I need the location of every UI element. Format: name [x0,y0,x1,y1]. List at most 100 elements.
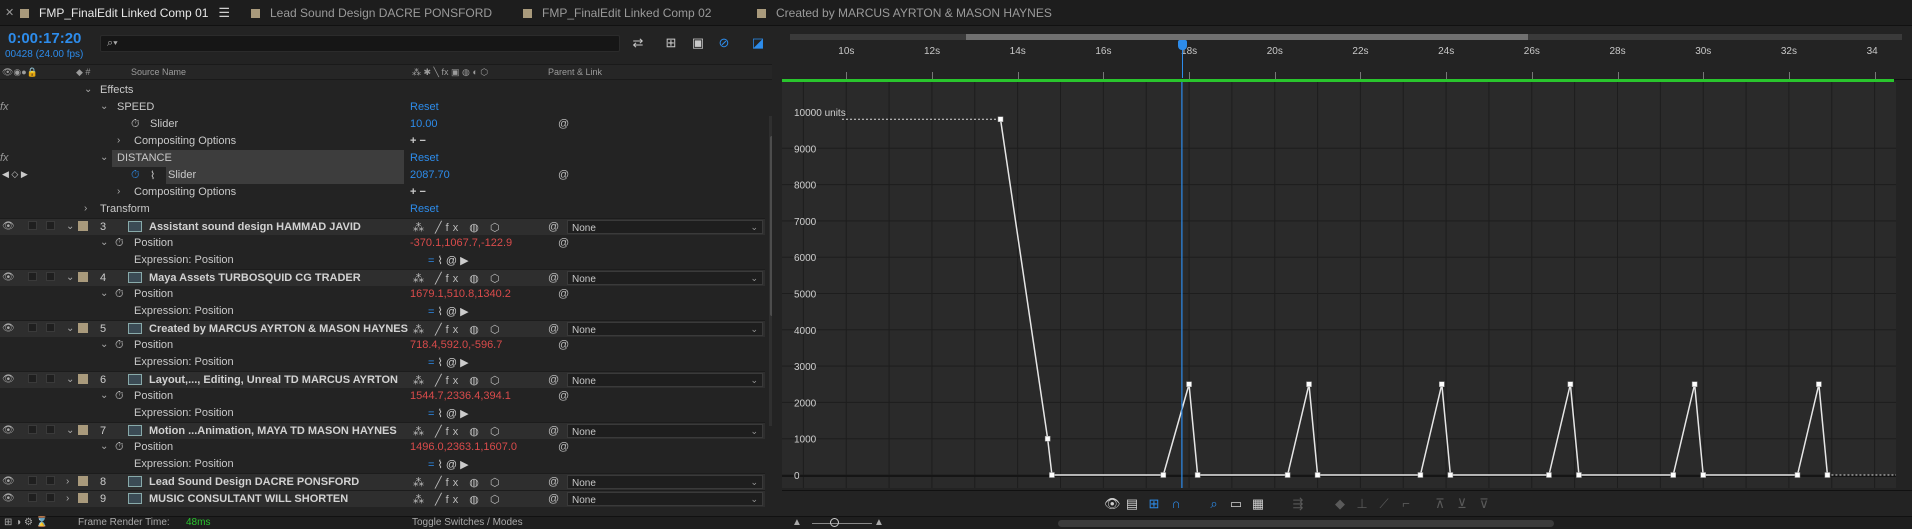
pick-whip-icon[interactable]: @ [558,237,569,249]
chevron-right-icon[interactable]: › [84,203,87,214]
auto-bezier-icon[interactable]: ⌐ [1398,496,1414,511]
layer-row[interactable]: 👁 ⌄ 5 Created by MARCUS AYRTON & MASON H… [0,320,765,337]
tab-comp-01[interactable]: FMP_FinalEdit Linked Comp 01 ☰ [20,0,230,26]
lock-switch[interactable] [46,323,55,332]
layer-name[interactable]: Motion ...Animation, MAYA TD MASON HAYNE… [149,425,397,437]
layer-name[interactable]: Layout,..., Editing, Unreal TD MARCUS AY… [149,374,398,386]
lock-switch[interactable] [46,493,55,502]
motion-blur-icon[interactable]: ⊘ [716,35,732,50]
add-remove-mask-icon[interactable]: + − [410,186,426,198]
playhead-icon[interactable] [1177,40,1187,50]
stopwatch-icon[interactable]: ⏱ [115,288,124,301]
stopwatch-icon[interactable]: ⏱ [115,441,124,454]
layer-name[interactable]: Assistant sound design HAMMAD JAVID [149,221,361,233]
stopwatch-icon[interactable]: ⏱ [131,118,140,131]
visibility-eye-icon[interactable]: 👁 [2,425,15,436]
pick-whip-icon[interactable]: @ [558,118,569,130]
layer-row[interactable]: 👁 › 8 Lead Sound Design DACRE PONSFORD ⁂… [0,473,765,490]
chevron-down-icon[interactable]: ⌄ [100,288,108,299]
lock-switch[interactable] [46,221,55,230]
chevron-down-icon[interactable]: ⌄ [100,339,108,350]
expression-row[interactable]: Expression: Position = ⌇ @ ▶ [0,303,765,320]
chevron-right-icon[interactable]: › [117,135,120,146]
pick-whip-icon[interactable]: @ [548,272,559,284]
hold-keyframe-icon[interactable]: ⊥ [1354,496,1370,511]
label-color-swatch[interactable] [78,425,88,435]
zoom-out-mountain-icon[interactable]: ▲ [792,517,802,528]
playhead-handle[interactable] [1177,40,1187,78]
solo-switch[interactable] [28,476,37,485]
effects-group-row[interactable]: ⌄ Effects [0,82,765,99]
chevron-down-icon[interactable]: ⌄ [100,441,108,452]
position-property-row[interactable]: ⌄ ⏱ Position 1544.7,2336.4,394.1 @ [0,388,765,405]
stopwatch-icon[interactable]: ⏱ [115,237,124,250]
compositing-options-row[interactable]: › Compositing Options + − [0,184,765,201]
expression-controls-icon[interactable]: = ⌇ @ ▶ [428,356,469,369]
visibility-eye-icon[interactable]: 👁 [2,493,15,504]
graph-options-icon[interactable]: ▤ [1124,496,1140,511]
layer-switches[interactable]: ⁂ ╱fx ◍ ⬡ [413,374,504,387]
zoom-to-all-icon[interactable]: ▦ [1250,496,1266,511]
layer-row[interactable]: 👁 › 9 MUSIC CONSULTANT WILL SHORTEN ⁂ ╱f… [0,490,765,507]
status-icons[interactable]: ⊞ ◑ ⚙ ⌛ [4,517,48,528]
speed-slider-value[interactable]: 10.00 [410,118,438,130]
transform-group-row[interactable]: › Transform Reset [0,201,765,218]
easy-ease-out-icon[interactable]: ⊽ [1476,496,1492,511]
parent-dropdown[interactable]: None ⌄ [567,322,763,336]
graph-editor-icon[interactable]: ◪ [750,35,766,50]
show-properties-eye-icon[interactable]: 👁 [1104,496,1121,511]
stopwatch-icon[interactable]: ⏱ [131,169,140,182]
label-color-swatch[interactable] [78,272,88,282]
fx-icon[interactable]: fx [0,152,9,164]
chevron-down-icon[interactable]: ⌄ [84,84,92,95]
graph-icon[interactable]: ⌇ [150,169,155,182]
layer-row[interactable]: 👁 ⌄ 3 Assistant sound design HAMMAD JAVI… [0,218,765,235]
speed-effect-row[interactable]: fx ⌄ SPEED Reset [0,99,765,116]
chevron-down-icon[interactable]: ⌄ [66,425,74,436]
time-ruler[interactable]: 10s 12s 14s 16s 18s 20s 22s 24s 26s 28s 30s 32s 34 [782,26,1912,82]
chevron-down-icon[interactable]: ⌄ [66,272,74,283]
speed-slider-row[interactable]: ⏱ Slider 10.00 @ [0,116,765,133]
source-name-header[interactable]: Source Name [131,67,186,77]
distance-effect-row[interactable]: fx ⌄ DISTANCE Reset [0,150,765,167]
frame-blending-icon[interactable]: ▣ [690,35,706,50]
linear-keyframe-icon[interactable]: ⟋ [1376,496,1392,511]
lock-switch[interactable] [46,425,55,434]
parent-dropdown[interactable]: None ⌄ [567,373,763,387]
expression-row[interactable]: Expression: Position = ⌇ @ ▶ [0,252,765,269]
separate-dimensions-icon[interactable]: ⇶ [1290,496,1306,511]
solo-switch[interactable] [28,493,37,502]
visibility-eye-icon[interactable]: 👁 [2,374,15,385]
layer-row[interactable]: 👁 ⌄ 4 Maya Assets TURBOSQUID CG TRADER ⁂… [0,269,765,286]
expression-row[interactable]: Expression: Position = ⌇ @ ▶ [0,354,765,371]
layer-row[interactable]: 👁 ⌄ 7 Motion ...Animation, MAYA TD MASON… [0,422,765,439]
scrollbar-thumb[interactable] [770,136,772,316]
expression-controls-icon[interactable]: = ⌇ @ ▶ [428,407,469,420]
position-property-row[interactable]: ⌄ ⏱ Position 718.4,592.0,-596.7 @ [0,337,765,354]
chevron-down-icon[interactable]: ⌄ [66,323,74,334]
layer-name[interactable]: Lead Sound Design DACRE PONSFORD [149,476,359,488]
layer-panel-scrollbar[interactable] [769,116,772,426]
close-tab-icon[interactable]: ✕ [5,0,14,26]
label-color-swatch[interactable] [78,323,88,333]
label-color-swatch[interactable] [78,476,88,486]
position-value[interactable]: 1679.1,510.8,1340.2 [410,288,511,300]
layer-row[interactable]: 👁 ⌄ 6 Layout,..., Editing, Unreal TD MAR… [0,371,765,388]
pick-whip-icon[interactable]: @ [548,425,559,437]
add-remove-mask-icon[interactable]: + − [410,135,426,147]
label-color-swatch[interactable] [78,221,88,231]
solo-switch[interactable] [28,272,37,281]
current-time-display[interactable]: 0:00:17:20 [8,30,81,47]
layer-name[interactable]: Maya Assets TURBOSQUID CG TRADER [149,272,361,284]
horizontal-scrollbar[interactable] [1058,520,1554,527]
stopwatch-icon[interactable]: ⏱ [115,339,124,352]
chevron-right-icon[interactable]: › [66,493,69,504]
chevron-right-icon[interactable]: › [66,476,69,487]
distance-slider-value[interactable]: 2087.70 [410,169,450,181]
toggle-switches-modes-button[interactable]: Toggle Switches / Modes [412,517,523,528]
zoom-slider-thumb[interactable] [830,518,839,527]
distance-slider-row[interactable]: ◀ ◇ ▶ ⏱ ⌇ Slider 2087.70 @ [0,167,765,184]
parent-dropdown[interactable]: None ⌄ [567,475,763,489]
solo-switch[interactable] [28,425,37,434]
layer-switches[interactable]: ⁂ ╱fx ◍ ⬡ [413,221,504,234]
